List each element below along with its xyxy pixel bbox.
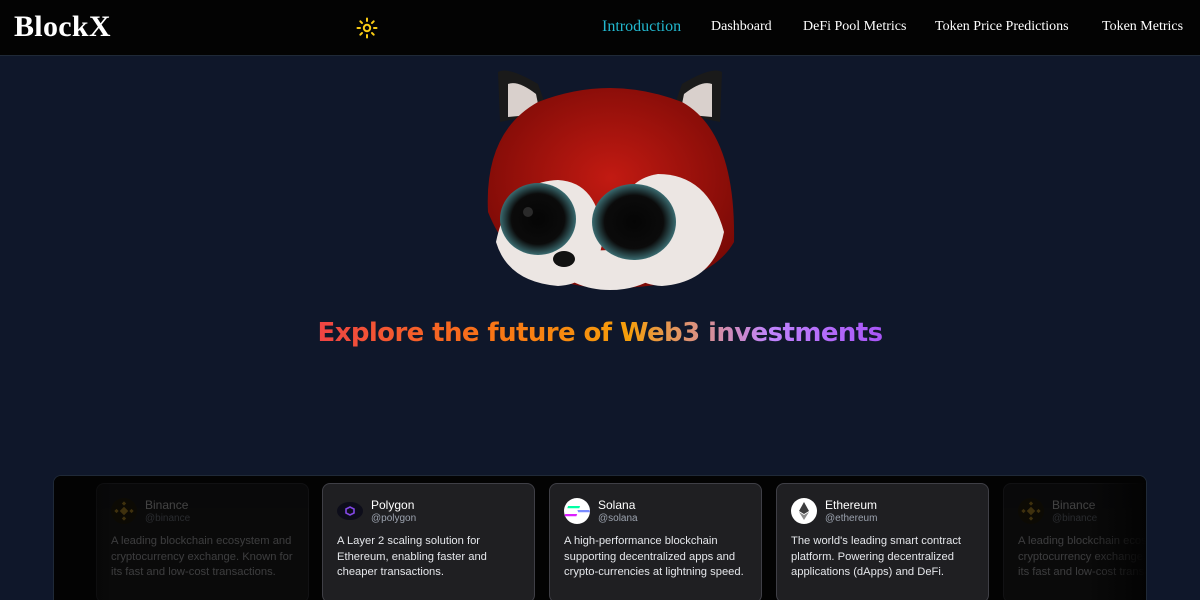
card-description: A leading blockchain ecosystem and crypt… <box>111 535 293 579</box>
ethereum-logo-icon <box>791 498 817 524</box>
nav-link-dashboard[interactable]: Dashboard <box>711 19 772 35</box>
nav-link-token-metrics[interactable]: Token Metrics <box>1102 19 1183 35</box>
card-name: Binance <box>1052 497 1096 512</box>
nav-link-token-price-predictions[interactable]: Token Price Predictions <box>935 19 1069 35</box>
crypto-card-solana[interactable]: Solana @solana A high-performance blockc… <box>549 483 762 600</box>
solana-logo-icon <box>564 498 590 524</box>
card-name: Solana <box>598 497 636 512</box>
nav-links: Introduction Dashboard DeFi Pool Metrics… <box>0 0 1200 56</box>
crypto-cards-carousel: Binance @binance A leading blockchain ec… <box>53 475 1147 600</box>
crypto-card-binance-2[interactable]: Binance @binance A leading blockchain ec… <box>1003 483 1147 600</box>
nav-link-defi-pool-metrics[interactable]: DeFi Pool Metrics <box>803 19 906 35</box>
card-handle: @solana <box>598 512 638 524</box>
crypto-card-binance[interactable]: Binance @binance A leading blockchain ec… <box>96 483 309 600</box>
card-name: Polygon <box>371 497 415 512</box>
card-handle: @binance <box>145 512 191 524</box>
binance-logo-icon <box>111 498 137 524</box>
binance-logo-icon <box>1018 498 1044 524</box>
crypto-card-ethereum[interactable]: Ethereum @ethereum The world's leading s… <box>776 483 989 600</box>
card-description: The world's leading smart contract platf… <box>791 535 962 579</box>
card-handle: @binance <box>1052 512 1098 524</box>
card-description: A Layer 2 scaling solution for Ethereum,… <box>337 535 487 579</box>
crypto-card-polygon[interactable]: Polygon @polygon A Layer 2 scaling solut… <box>322 483 535 600</box>
card-handle: @ethereum <box>825 512 878 524</box>
navbar: BlockX Introduction Dashboard DeFi Pool … <box>0 0 1200 56</box>
hero-title-text: Explore the future of Web3 investments <box>317 318 884 348</box>
card-name: Ethereum <box>825 497 878 512</box>
nav-link-introduction[interactable]: Introduction <box>602 18 681 36</box>
card-handle: @polygon <box>371 512 417 524</box>
fox-mascot <box>478 62 742 292</box>
hero-title: Explore the future of Web3 investments <box>0 318 1200 348</box>
card-description: A high-performance blockchain supporting… <box>564 535 744 579</box>
card-description: A leading blockchain ecosystem and crypt… <box>1018 535 1147 579</box>
card-name: Binance <box>145 497 189 512</box>
polygon-logo-icon <box>337 498 363 524</box>
